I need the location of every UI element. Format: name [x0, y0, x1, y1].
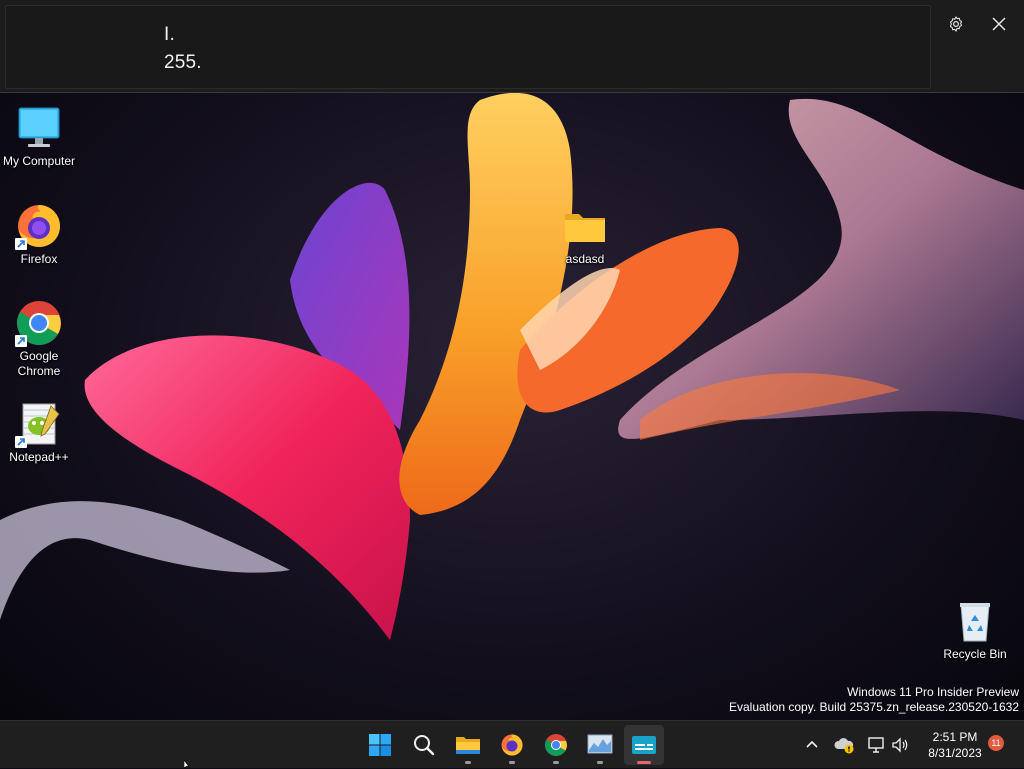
desktop-icon-firefox[interactable]: Firefox [0, 202, 79, 267]
chevron-up-icon [806, 740, 818, 748]
task-manager-icon [587, 734, 613, 754]
desktop-icon-asdasd-folder[interactable]: asdasd [545, 202, 625, 267]
shortcut-arrow-icon [15, 238, 27, 250]
tray-volume[interactable] [890, 721, 910, 769]
running-indicator [509, 761, 515, 764]
watermark-edition: Windows 11 Pro Insider Preview [847, 685, 1019, 699]
live-captions-bar: I. 255. [0, 0, 1024, 93]
running-indicator [597, 761, 603, 764]
desktop-icon-label: Recycle Bin [943, 647, 1007, 661]
taskbar-start-button[interactable] [360, 725, 400, 765]
taskbar-search-button[interactable] [404, 725, 444, 765]
desktop-icon-label: My Computer [2, 154, 76, 168]
desktop-icon-label: Google Chrome [17, 349, 61, 378]
watermark-build: Evaluation copy. Build 25375.zn_release.… [729, 700, 1019, 714]
caption-line-1: I. [164, 24, 175, 45]
shortcut-arrow-icon [15, 335, 27, 347]
notification-badge[interactable]: 11 [988, 735, 1004, 751]
captions-settings-button[interactable] [942, 10, 970, 38]
desktop-icon-google-chrome[interactable]: Google Chrome [0, 299, 79, 379]
desktop-icon-label: Notepad++ [9, 450, 69, 464]
file-explorer-icon [456, 737, 480, 754]
taskbar-live-captions[interactable] [624, 725, 664, 765]
taskbar-google-chrome[interactable] [536, 725, 576, 765]
desktop-icon-label: asdasd [565, 252, 605, 266]
mouse-cursor-icon [184, 760, 191, 768]
running-indicator [465, 761, 471, 764]
taskbar-firefox[interactable] [492, 725, 532, 765]
running-indicator [553, 761, 559, 764]
taskbar-file-explorer[interactable] [448, 725, 488, 765]
desktop-wallpaper [0, 0, 1024, 768]
live-captions-icon [632, 736, 656, 754]
firefox-icon [15, 202, 63, 250]
taskbar-task-manager[interactable] [580, 725, 620, 765]
notepadpp-icon [15, 400, 63, 448]
speaker-icon [892, 737, 908, 753]
desktop-icon-notepadpp[interactable]: Notepad++ [0, 400, 79, 465]
taskbar-clock[interactable]: 2:51 PM 8/31/2023 [918, 729, 992, 761]
search-icon [414, 735, 435, 756]
chrome-icon [545, 734, 567, 756]
show-hidden-icons-button[interactable] [802, 721, 822, 769]
desktop-icon-label: Firefox [20, 252, 58, 266]
caption-line-2: 255. [164, 52, 202, 73]
recycle-bin-icon [951, 597, 999, 645]
cloud-warning-icon [834, 738, 854, 754]
windows-watermark: Windows 11 Pro Insider Preview Evaluatio… [729, 685, 1019, 715]
tray-onedrive-warning[interactable] [834, 721, 856, 769]
desktop-icon-recycle-bin[interactable]: Recycle Bin [935, 597, 1015, 662]
monitor-icon [15, 104, 63, 152]
clock-time: 2:51 PM [932, 730, 978, 744]
desktop-icon-my-computer[interactable]: My Computer [0, 104, 79, 169]
caption-text-area [5, 5, 931, 89]
active-indicator [637, 761, 651, 764]
clock-date: 8/31/2023 [928, 746, 982, 760]
firefox-icon [501, 734, 523, 756]
network-icon [868, 737, 884, 753]
close-icon [992, 17, 1006, 31]
gear-icon [949, 16, 963, 32]
chrome-icon [15, 299, 63, 347]
taskbar: 2:51 PM 8/31/2023 [0, 720, 1024, 768]
windows-start-icon [369, 734, 391, 756]
shortcut-arrow-icon [15, 436, 27, 448]
folder-icon [561, 202, 609, 250]
captions-close-button[interactable] [985, 10, 1013, 38]
tray-network[interactable] [866, 721, 886, 769]
